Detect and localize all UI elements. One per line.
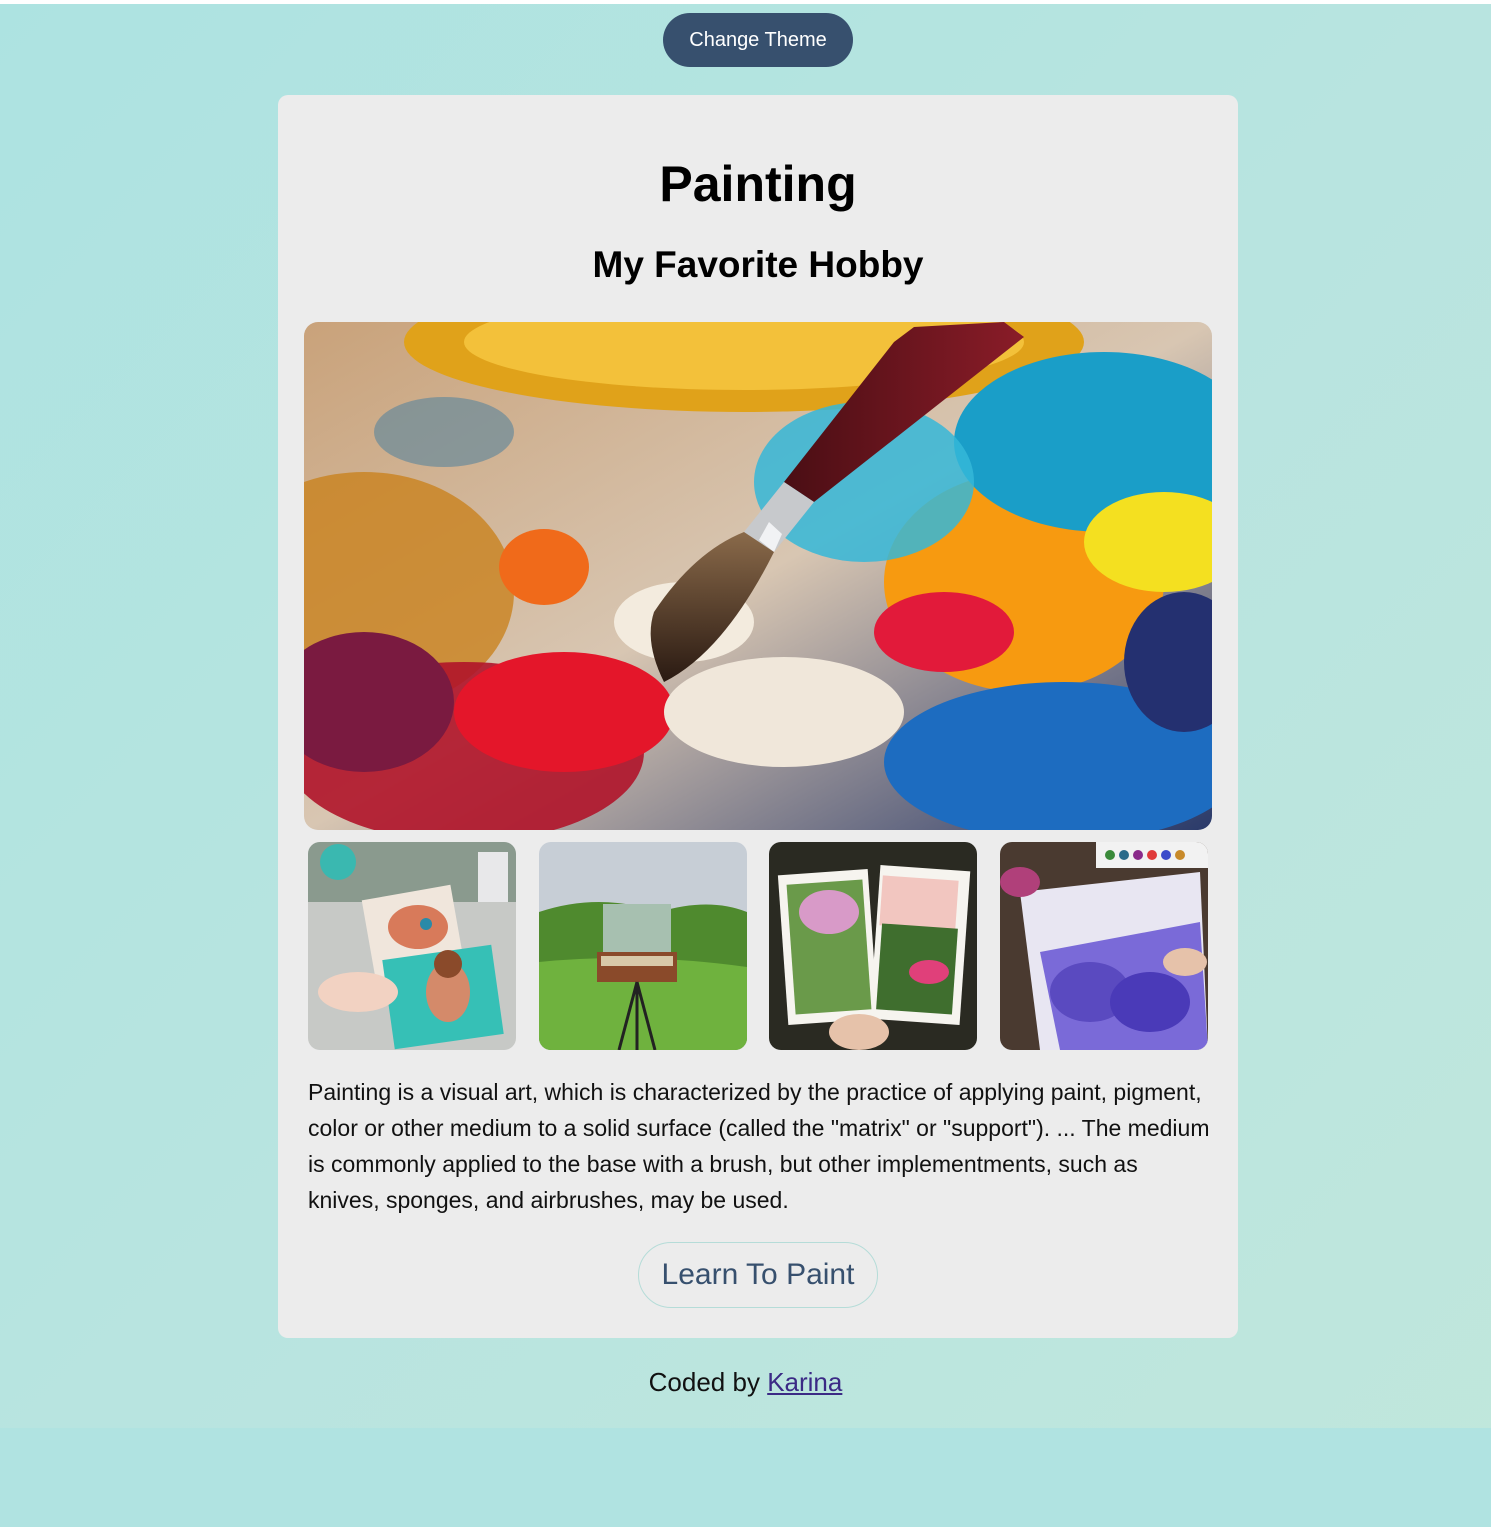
thumbnail-portrait-painting [308, 842, 516, 1050]
thumbnail-landscape-easel [539, 842, 747, 1050]
bottom-band [0, 1428, 1491, 1527]
thumbnail-lavender-painting [1000, 842, 1208, 1050]
top-edge [0, 0, 1491, 4]
footer-prefix: Coded by [648, 1367, 760, 1397]
author-link[interactable]: Karina [767, 1367, 842, 1397]
page-subtitle: My Favorite Hobby [592, 244, 924, 285]
change-theme-button[interactable]: Change Theme [663, 13, 853, 67]
page-title: Painting [659, 156, 857, 212]
footer-credit: Coded by Karina [0, 1364, 1491, 1400]
thumbnail-sketchbook-painting [769, 842, 977, 1050]
hero-painting-image [304, 322, 1212, 830]
hobby-description: Painting is a visual art, which is chara… [308, 1079, 1210, 1213]
learn-to-paint-button[interactable]: Learn To Paint [638, 1242, 878, 1308]
